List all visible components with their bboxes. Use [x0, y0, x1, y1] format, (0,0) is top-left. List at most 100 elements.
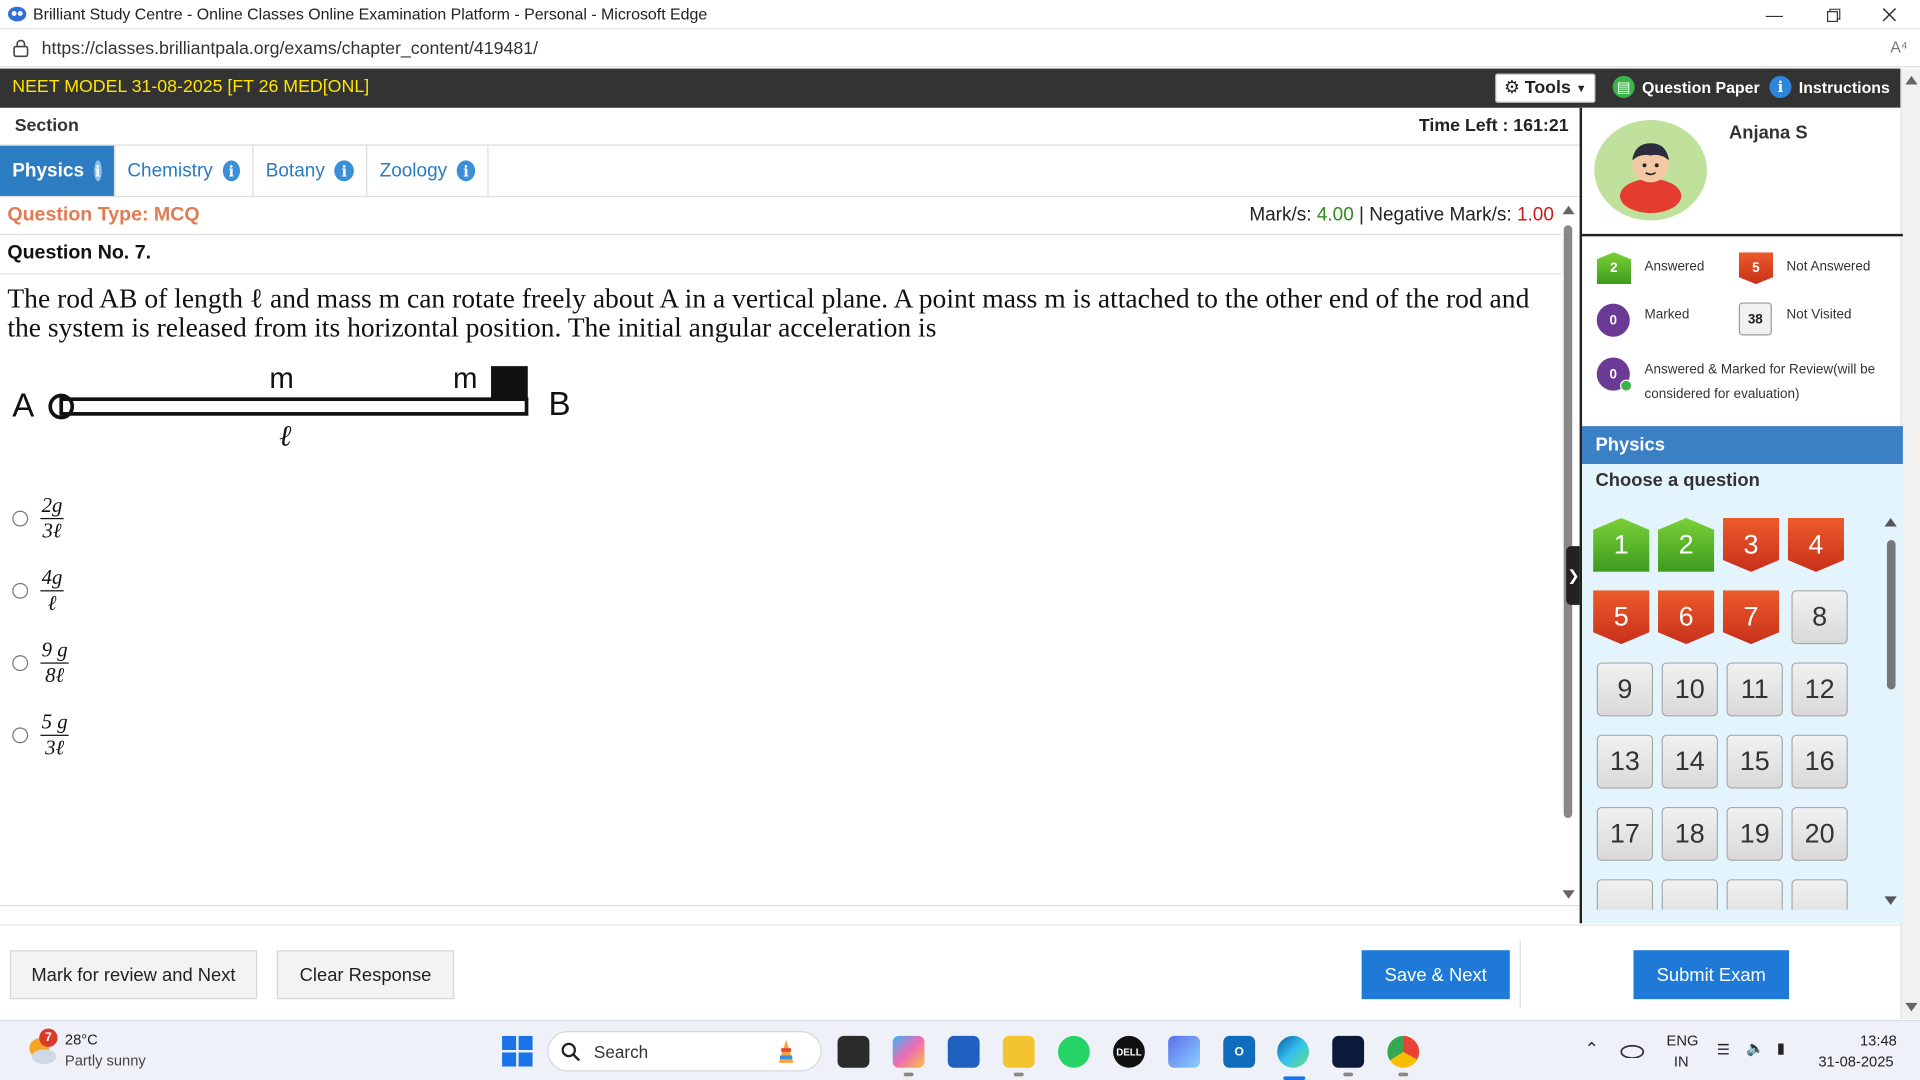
- restore-button[interactable]: [1805, 0, 1861, 29]
- scroll-down-icon[interactable]: [1562, 890, 1575, 899]
- copilot-app-icon[interactable]: [1168, 1035, 1201, 1068]
- scroll-up-icon[interactable]: [1562, 205, 1575, 215]
- scroll-up-icon[interactable]: [1884, 517, 1897, 527]
- battery-icon[interactable]: ▮: [1777, 1040, 1785, 1057]
- question-palette-button[interactable]: 17: [1596, 806, 1654, 861]
- scroll-thumb[interactable]: [1886, 540, 1896, 690]
- info-icon[interactable]: i: [93, 160, 102, 182]
- clock-date[interactable]: 31-08-2025: [1818, 1053, 1893, 1070]
- option-radio[interactable]: [12, 582, 29, 599]
- tab-label: Botany: [265, 159, 325, 181]
- option-1[interactable]: 2g 3ℓ: [12, 487, 64, 548]
- instructions-link[interactable]: i Instructions: [1769, 75, 1890, 98]
- option-radio[interactable]: [12, 726, 29, 743]
- option-2[interactable]: 4g ℓ: [12, 560, 64, 621]
- question-paper-link[interactable]: ▤ Question Paper: [1612, 75, 1760, 98]
- marks-info: Mark/s: 4.00 | Negative Mark/s: 1.00: [1249, 204, 1554, 226]
- tab-zoology[interactable]: Zoology i: [367, 145, 489, 196]
- info-icon[interactable]: i: [456, 160, 476, 182]
- option-4[interactable]: 5 g 3ℓ: [12, 704, 69, 765]
- question-palette-button[interactable]: 13: [1596, 734, 1654, 789]
- taskbar-search[interactable]: Search: [547, 1031, 822, 1072]
- wifi-icon[interactable]: ☰: [1717, 1041, 1730, 1058]
- question-palette-button[interactable]: 6: [1657, 590, 1715, 645]
- question-palette-button[interactable]: 11: [1726, 662, 1783, 717]
- minimize-button[interactable]: —: [1746, 0, 1802, 29]
- weather-widget[interactable]: 7: [24, 1028, 58, 1067]
- time-left-value: 161:21: [1513, 116, 1569, 136]
- question-paper-label: Question Paper: [1642, 77, 1760, 97]
- option-3[interactable]: 9 g 8ℓ: [12, 632, 69, 693]
- question-palette-button-partial[interactable]: [1596, 879, 1654, 910]
- option-radio[interactable]: [12, 654, 29, 671]
- question-palette-button[interactable]: 14: [1661, 734, 1718, 789]
- start-button[interactable]: [502, 1035, 533, 1067]
- submit-exam-button[interactable]: Submit Exam: [1633, 950, 1789, 1000]
- dell-icon[interactable]: DELL: [1113, 1035, 1145, 1068]
- edge-icon[interactable]: [1277, 1035, 1309, 1068]
- info-icon[interactable]: i: [222, 160, 241, 182]
- clear-response-button[interactable]: Clear Response: [276, 950, 455, 1000]
- outlook-icon[interactable]: O: [1223, 1035, 1256, 1068]
- question-palette-button-partial[interactable]: [1791, 879, 1848, 910]
- question-palette-button-partial[interactable]: [1661, 879, 1718, 910]
- weather-condition: Partly sunny: [64, 1051, 146, 1069]
- candidate-name: Anjana S: [1728, 122, 1808, 144]
- avatar: [1594, 120, 1707, 221]
- scroll-up-icon[interactable]: [1905, 75, 1918, 85]
- question-palette-button[interactable]: 16: [1791, 734, 1848, 789]
- legend-not-answered-badge: 5: [1738, 252, 1774, 285]
- question-palette-button[interactable]: 7: [1722, 590, 1780, 645]
- scroll-down-icon[interactable]: [1884, 896, 1897, 905]
- tab-botany[interactable]: Botany i: [253, 145, 368, 196]
- scroll-down-icon[interactable]: [1905, 1002, 1918, 1012]
- onedrive-icon[interactable]: [1620, 1041, 1645, 1058]
- mark-review-next-button[interactable]: Mark for review and Next: [9, 950, 258, 1000]
- tray-overflow-chevron-icon[interactable]: ⌃: [1585, 1038, 1599, 1059]
- question-palette-button[interactable]: 5: [1593, 590, 1650, 645]
- question-palette-button[interactable]: 9: [1596, 662, 1654, 717]
- read-aloud-icon[interactable]: A⁴: [1890, 38, 1907, 56]
- question-palette-button[interactable]: 4: [1787, 517, 1845, 572]
- question-palette-button[interactable]: 15: [1726, 734, 1783, 789]
- scroll-thumb[interactable]: [1563, 225, 1573, 818]
- address-bar[interactable]: https://classes.brilliantpala.org/exams/…: [0, 30, 1920, 68]
- save-next-button[interactable]: Save & Next: [1361, 950, 1510, 1000]
- question-palette-button[interactable]: 12: [1791, 662, 1848, 717]
- tab-physics[interactable]: Physics i: [0, 145, 116, 196]
- question-palette-button[interactable]: 20: [1791, 806, 1848, 861]
- page-scrollbar[interactable]: [1900, 68, 1920, 1019]
- volume-icon[interactable]: 🔈: [1746, 1040, 1764, 1057]
- question-palette-button[interactable]: 19: [1726, 806, 1783, 861]
- zoom-app-icon[interactable]: [1332, 1035, 1365, 1068]
- tools-button[interactable]: ⚙ Tools ▼: [1495, 73, 1596, 103]
- task-view-icon[interactable]: [837, 1035, 870, 1068]
- url-text[interactable]: https://classes.brilliantpala.org/exams/…: [42, 39, 538, 59]
- clock-time[interactable]: 13:48: [1860, 1032, 1897, 1049]
- info-icon[interactable]: i: [334, 160, 354, 182]
- search-icon: [561, 1042, 581, 1062]
- palette-section-title: Physics: [1582, 426, 1903, 465]
- store-icon[interactable]: [947, 1035, 980, 1068]
- language-top[interactable]: ENG: [1667, 1032, 1699, 1049]
- file-explorer-icon[interactable]: [1002, 1035, 1035, 1068]
- whatsapp-icon[interactable]: [1057, 1035, 1090, 1068]
- exam-title: NEET MODEL 31-08-2025 [FT 26 MED[ONL]: [12, 77, 370, 97]
- section-label: Section: [14, 116, 79, 136]
- question-palette-button[interactable]: 10: [1661, 662, 1718, 717]
- question-palette-button[interactable]: 8: [1791, 590, 1848, 645]
- question-palette-button[interactable]: 2: [1657, 517, 1715, 572]
- copilot-icon[interactable]: [892, 1035, 925, 1068]
- marks-separator: |: [1359, 204, 1364, 226]
- palette-scrollbar[interactable]: [1883, 516, 1898, 908]
- diagram-label-a: A: [12, 387, 34, 424]
- question-palette-button[interactable]: 3: [1722, 517, 1780, 572]
- question-palette-button[interactable]: 18: [1661, 806, 1718, 861]
- legend-answered-label: Answered: [1644, 259, 1705, 275]
- chrome-icon[interactable]: [1387, 1035, 1420, 1068]
- question-palette-button-partial[interactable]: [1726, 879, 1783, 910]
- close-window-button[interactable]: [1861, 0, 1917, 29]
- option-radio[interactable]: [12, 510, 29, 526]
- tab-chemistry[interactable]: Chemistry i: [115, 145, 254, 196]
- question-palette-button[interactable]: 1: [1593, 517, 1650, 572]
